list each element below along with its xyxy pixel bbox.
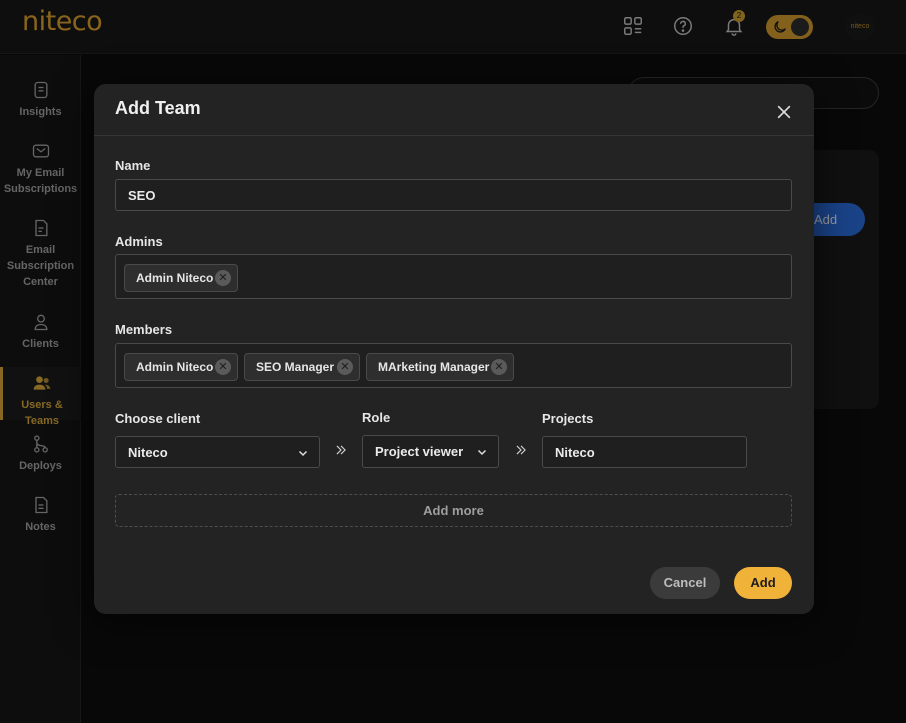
client-select[interactable]: Niteco [115, 436, 320, 468]
projects-value: Niteco [555, 445, 595, 460]
remove-icon[interactable]: ✕ [337, 359, 353, 375]
chip-label: SEO Manager [256, 360, 335, 374]
chevron-down-icon [297, 447, 309, 459]
role-value: Project viewer [375, 444, 464, 459]
admins-field[interactable]: Admin Niteco ✕ [115, 254, 792, 299]
client-label: Choose client [115, 411, 201, 426]
cancel-button[interactable]: Cancel [650, 567, 720, 599]
role-select[interactable]: Project viewer [362, 435, 499, 468]
modal-header: Add Team [94, 84, 814, 136]
client-value: Niteco [128, 445, 168, 460]
name-label: Name [115, 158, 151, 173]
admins-label: Admins [115, 234, 163, 249]
modal-title: Add Team [115, 98, 201, 118]
close-icon[interactable] [774, 102, 794, 122]
chip-label: MArketing Manager [378, 360, 490, 374]
chevron-down-icon [476, 446, 488, 458]
member-chip: Admin Niteco ✕ [124, 353, 238, 381]
admin-chip: Admin Niteco ✕ [124, 264, 238, 292]
remove-icon[interactable]: ✕ [491, 359, 507, 375]
name-value: SEO [128, 188, 156, 203]
projects-field[interactable]: Niteco [542, 436, 747, 468]
remove-icon[interactable]: ✕ [215, 359, 231, 375]
projects-label: Projects [542, 411, 594, 426]
double-chevron-icon [334, 443, 348, 457]
remove-icon[interactable]: ✕ [215, 270, 231, 286]
members-label: Members [115, 322, 173, 337]
double-chevron-icon [514, 443, 528, 457]
name-field[interactable]: SEO [115, 179, 792, 211]
add-more-button[interactable]: Add more [115, 494, 792, 527]
member-chip: SEO Manager ✕ [244, 353, 360, 381]
chip-label: Admin Niteco [136, 271, 214, 285]
chip-label: Admin Niteco [136, 360, 214, 374]
add-team-modal: Add Team Name SEO Admins Admin Niteco ✕ … [94, 84, 814, 614]
add-button[interactable]: Add [734, 567, 792, 599]
role-label: Role [362, 410, 391, 425]
members-field[interactable]: Admin Niteco ✕ SEO Manager ✕ MArketing M… [115, 343, 792, 388]
member-chip: MArketing Manager ✕ [366, 353, 514, 381]
